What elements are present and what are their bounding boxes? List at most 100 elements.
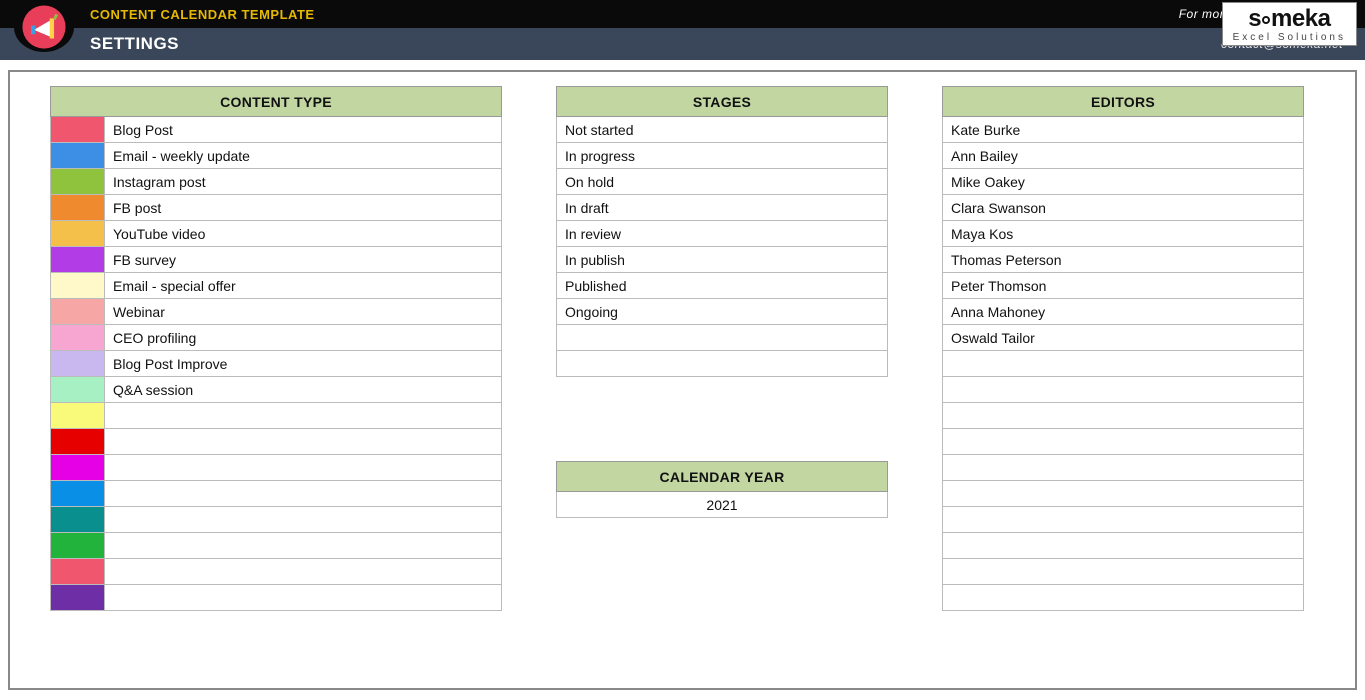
content-type-label[interactable]: FB survey bbox=[105, 247, 502, 273]
color-swatch[interactable] bbox=[51, 299, 105, 325]
stage-label[interactable] bbox=[557, 351, 888, 377]
content-type-label[interactable]: YouTube video bbox=[105, 221, 502, 247]
calendar-year-value[interactable]: 2021 bbox=[557, 492, 888, 518]
editor-name[interactable]: Kate Burke bbox=[943, 117, 1304, 143]
stage-label[interactable]: In publish bbox=[557, 247, 888, 273]
stage-row: In draft bbox=[557, 195, 888, 221]
color-swatch[interactable] bbox=[51, 559, 105, 585]
swatch-fill bbox=[51, 455, 104, 480]
stage-row: Published bbox=[557, 273, 888, 299]
color-swatch[interactable] bbox=[51, 403, 105, 429]
content-type-label[interactable] bbox=[105, 559, 502, 585]
color-swatch[interactable] bbox=[51, 117, 105, 143]
content-type-label[interactable]: FB post bbox=[105, 195, 502, 221]
stage-row: In progress bbox=[557, 143, 888, 169]
content-type-row: Email - special offer bbox=[51, 273, 502, 299]
editor-name[interactable]: Anna Mahoney bbox=[943, 299, 1304, 325]
stage-row bbox=[557, 351, 888, 377]
content-type-label[interactable]: Blog Post bbox=[105, 117, 502, 143]
color-swatch[interactable] bbox=[51, 221, 105, 247]
brand-box[interactable]: smeka Excel Solutions bbox=[1222, 2, 1357, 46]
content-type-label[interactable] bbox=[105, 403, 502, 429]
megaphone-icon bbox=[21, 4, 67, 50]
editors-section: EDITORS Kate BurkeAnn BaileyMike OakeyCl… bbox=[942, 86, 1304, 611]
color-swatch[interactable] bbox=[51, 507, 105, 533]
editor-row: Kate Burke bbox=[943, 117, 1304, 143]
editor-name[interactable] bbox=[943, 455, 1304, 481]
editor-name[interactable]: Thomas Peterson bbox=[943, 247, 1304, 273]
color-swatch[interactable] bbox=[51, 143, 105, 169]
color-swatch[interactable] bbox=[51, 247, 105, 273]
swatch-fill bbox=[51, 221, 104, 246]
content-type-row: Email - weekly update bbox=[51, 143, 502, 169]
color-swatch[interactable] bbox=[51, 351, 105, 377]
color-swatch[interactable] bbox=[51, 325, 105, 351]
color-swatch[interactable] bbox=[51, 481, 105, 507]
editor-row: Maya Kos bbox=[943, 221, 1304, 247]
stage-label[interactable]: In draft bbox=[557, 195, 888, 221]
stage-row: Ongoing bbox=[557, 299, 888, 325]
sub-bar: SETTINGS contact@someka.net bbox=[0, 28, 1365, 60]
editor-row bbox=[943, 585, 1304, 611]
page-subtitle: SETTINGS bbox=[90, 34, 179, 54]
swatch-fill bbox=[51, 585, 104, 610]
stage-label[interactable]: On hold bbox=[557, 169, 888, 195]
editor-name[interactable] bbox=[943, 533, 1304, 559]
editor-name[interactable]: Clara Swanson bbox=[943, 195, 1304, 221]
content-type-label[interactable]: Email - special offer bbox=[105, 273, 502, 299]
stage-row: Not started bbox=[557, 117, 888, 143]
editor-name[interactable] bbox=[943, 351, 1304, 377]
editor-name[interactable] bbox=[943, 429, 1304, 455]
color-swatch[interactable] bbox=[51, 195, 105, 221]
content-type-label[interactable]: Blog Post Improve bbox=[105, 351, 502, 377]
calendar-year-section: CALENDAR YEAR 2021 bbox=[556, 461, 888, 518]
color-swatch[interactable] bbox=[51, 169, 105, 195]
editor-row bbox=[943, 455, 1304, 481]
editor-row bbox=[943, 377, 1304, 403]
editor-row: Peter Thomson bbox=[943, 273, 1304, 299]
content-type-label[interactable]: Q&A session bbox=[105, 377, 502, 403]
color-swatch[interactable] bbox=[51, 455, 105, 481]
content-type-row bbox=[51, 403, 502, 429]
editor-name[interactable] bbox=[943, 403, 1304, 429]
editor-name[interactable] bbox=[943, 559, 1304, 585]
editor-name[interactable]: Peter Thomson bbox=[943, 273, 1304, 299]
stage-label[interactable]: Ongoing bbox=[557, 299, 888, 325]
editor-name[interactable] bbox=[943, 585, 1304, 611]
content-type-row bbox=[51, 533, 502, 559]
color-swatch[interactable] bbox=[51, 429, 105, 455]
content-type-label[interactable] bbox=[105, 429, 502, 455]
editor-name[interactable] bbox=[943, 481, 1304, 507]
swatch-fill bbox=[51, 533, 104, 558]
brand-main-text-2: meka bbox=[1271, 5, 1330, 32]
content-type-label[interactable] bbox=[105, 585, 502, 611]
editor-row bbox=[943, 403, 1304, 429]
editor-name[interactable] bbox=[943, 377, 1304, 403]
content-type-label[interactable] bbox=[105, 481, 502, 507]
content-type-label[interactable]: Email - weekly update bbox=[105, 143, 502, 169]
color-swatch[interactable] bbox=[51, 377, 105, 403]
editor-name[interactable]: Ann Bailey bbox=[943, 143, 1304, 169]
stage-label[interactable]: Not started bbox=[557, 117, 888, 143]
swatch-fill bbox=[51, 117, 104, 142]
content-type-label[interactable] bbox=[105, 533, 502, 559]
content-type-label[interactable] bbox=[105, 507, 502, 533]
content-type-row bbox=[51, 559, 502, 585]
stage-label[interactable]: Published bbox=[557, 273, 888, 299]
stage-label[interactable] bbox=[557, 325, 888, 351]
stage-label[interactable]: In review bbox=[557, 221, 888, 247]
editor-row bbox=[943, 533, 1304, 559]
content-type-label[interactable]: Instagram post bbox=[105, 169, 502, 195]
editor-name[interactable]: Maya Kos bbox=[943, 221, 1304, 247]
content-type-label[interactable]: Webinar bbox=[105, 299, 502, 325]
stage-label[interactable]: In progress bbox=[557, 143, 888, 169]
editor-name[interactable]: Oswald Tailor bbox=[943, 325, 1304, 351]
editor-name[interactable] bbox=[943, 507, 1304, 533]
editor-name[interactable]: Mike Oakey bbox=[943, 169, 1304, 195]
top-bar: CONTENT CALENDAR TEMPLATE For more templ… bbox=[0, 0, 1365, 28]
color-swatch[interactable] bbox=[51, 533, 105, 559]
color-swatch[interactable] bbox=[51, 585, 105, 611]
content-type-label[interactable]: CEO profiling bbox=[105, 325, 502, 351]
color-swatch[interactable] bbox=[51, 273, 105, 299]
content-type-label[interactable] bbox=[105, 455, 502, 481]
